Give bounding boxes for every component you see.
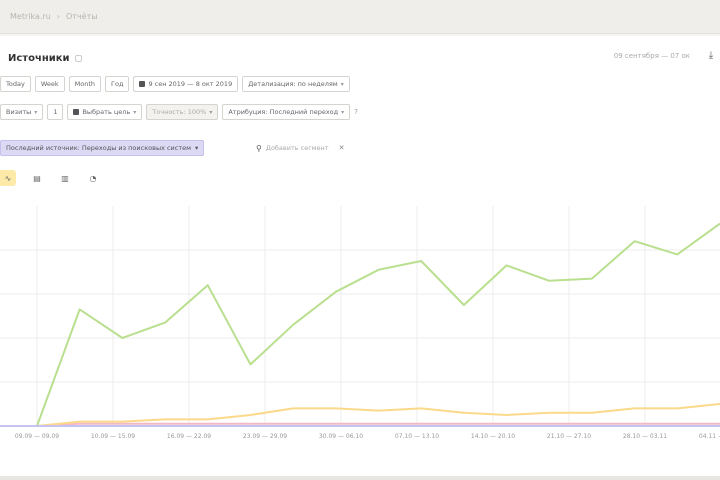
x-tick-label: 16.09 — 22.09: [167, 433, 211, 440]
pie-chart-view-button[interactable]: ◔: [86, 170, 100, 186]
chart-type-switcher: ∿ ▤ ▥ ◔: [0, 170, 100, 186]
series-line-yellow[interactable]: [36, 403, 720, 427]
period-month-button[interactable]: Month: [68, 76, 101, 92]
top-navigation-bar: Metrika.ru › Отчёты: [0, 0, 720, 34]
period-today-button[interactable]: Today: [0, 76, 31, 92]
x-tick-label: 30.09 — 06.10: [319, 433, 363, 440]
x-tick-label: 21.10 — 27.10: [547, 433, 591, 440]
date-toolbar: Today Week Month Год 9 сен 2019 — 8 окт …: [0, 76, 350, 92]
metric-toolbar: Визиты ▾ 1 Выбрать цель ▾ Точность: 100% ▾ …: [0, 104, 358, 120]
metric-count-button[interactable]: 1: [47, 104, 64, 120]
calendar-icon: [139, 81, 146, 87]
chip-label: Визиты: [6, 108, 32, 116]
more-icon[interactable]: ✕: [339, 144, 345, 152]
chevron-down-icon: ▾: [195, 144, 199, 152]
period-label: 09 сентября — 07 ок: [613, 52, 690, 60]
metric-select[interactable]: Визиты ▾: [0, 104, 44, 120]
chip-label: Week: [40, 80, 59, 88]
attribution-select[interactable]: Атрибуция: Последний переход ▾: [222, 104, 351, 120]
chip-label: Today: [6, 80, 25, 88]
line-chart-icon: ∿: [4, 173, 12, 183]
info-icon[interactable]: [74, 54, 82, 62]
chip-label: Год: [111, 80, 124, 88]
breadcrumb-reports[interactable]: Отчёты: [66, 12, 98, 21]
x-tick-label: 23.09 — 29.09: [243, 433, 287, 440]
x-tick-label: 04.11 — 10.11: [699, 433, 720, 440]
chevron-down-icon: ▾: [340, 80, 344, 88]
bar-chart-view-button[interactable]: ▥: [58, 170, 72, 186]
date-range-picker[interactable]: 9 сен 2019 — 8 окт 2019: [133, 76, 239, 92]
chip-label: 9 сен 2019 — 8 окт 2019: [148, 80, 233, 88]
x-tick-label: 10.09 — 15.09: [91, 433, 135, 440]
chip-label: Атрибуция: Последний переход: [228, 108, 339, 116]
granularity-select[interactable]: Детализация: по неделям ▾: [242, 76, 350, 92]
breadcrumb-site[interactable]: Metrika.ru: [10, 12, 51, 21]
chip-label: Выбрать цель: [82, 108, 131, 116]
segment-label: Последний источник: Переходы из поисковы…: [6, 144, 192, 152]
period-year-button[interactable]: Год: [105, 76, 130, 92]
traffic-line-chart: 09.09 — 09.09 10.09 — 15.09 16.09 — 22.09 2…: [0, 206, 720, 440]
page-title: Источники: [8, 52, 70, 64]
report-panel: Источники 09 сентября — 07 ок ⤓ Today We…: [0, 36, 720, 480]
chevron-down-icon: ▾: [341, 108, 345, 116]
series-line-green[interactable]: [36, 222, 720, 427]
bar-chart-icon: ▥: [61, 173, 69, 183]
report-header: Источники 09 сентября — 07 ок ⤓: [8, 50, 720, 66]
help-icon[interactable]: ?: [354, 108, 358, 116]
chevron-down-icon: ▾: [34, 108, 38, 116]
x-tick-label: 07.10 — 13.10: [395, 433, 439, 440]
goal-select[interactable]: Выбрать цель ▾: [67, 104, 143, 120]
x-tick-label: 14.10 — 20.10: [471, 433, 515, 440]
x-tick-label: 09.09 — 09.09: [15, 433, 59, 440]
chevron-right-icon: ›: [56, 12, 60, 21]
chevron-down-icon: ▾: [209, 108, 213, 116]
add-segment-button[interactable]: ⚲ Добавить сегмент ✕: [256, 140, 344, 156]
horizontal-scrollbar[interactable]: [0, 476, 720, 480]
chip-label: Детализация: по неделям: [248, 80, 338, 88]
active-segment-tag[interactable]: Последний источник: Переходы из поисковы…: [0, 140, 205, 156]
chip-label: 1: [53, 108, 58, 116]
download-icon[interactable]: ⤓: [706, 50, 716, 62]
chip-label: Точность: 100%: [152, 108, 207, 116]
target-icon: [73, 109, 80, 115]
chevron-down-icon: ▾: [133, 108, 137, 116]
area-chart-icon: ▤: [33, 173, 41, 183]
area-chart-view-button[interactable]: ▤: [30, 170, 44, 186]
chip-label: Month: [74, 80, 95, 88]
segment-icon: ⚲: [256, 143, 262, 153]
x-tick-label: 28.10 — 03.11: [623, 433, 667, 440]
period-week-button[interactable]: Week: [34, 76, 65, 92]
pie-chart-icon: ◔: [89, 173, 97, 183]
line-chart-view-button[interactable]: ∿: [0, 170, 16, 186]
add-segment-label: Добавить сегмент: [265, 144, 329, 152]
accuracy-select[interactable]: Точность: 100% ▾: [146, 104, 219, 120]
